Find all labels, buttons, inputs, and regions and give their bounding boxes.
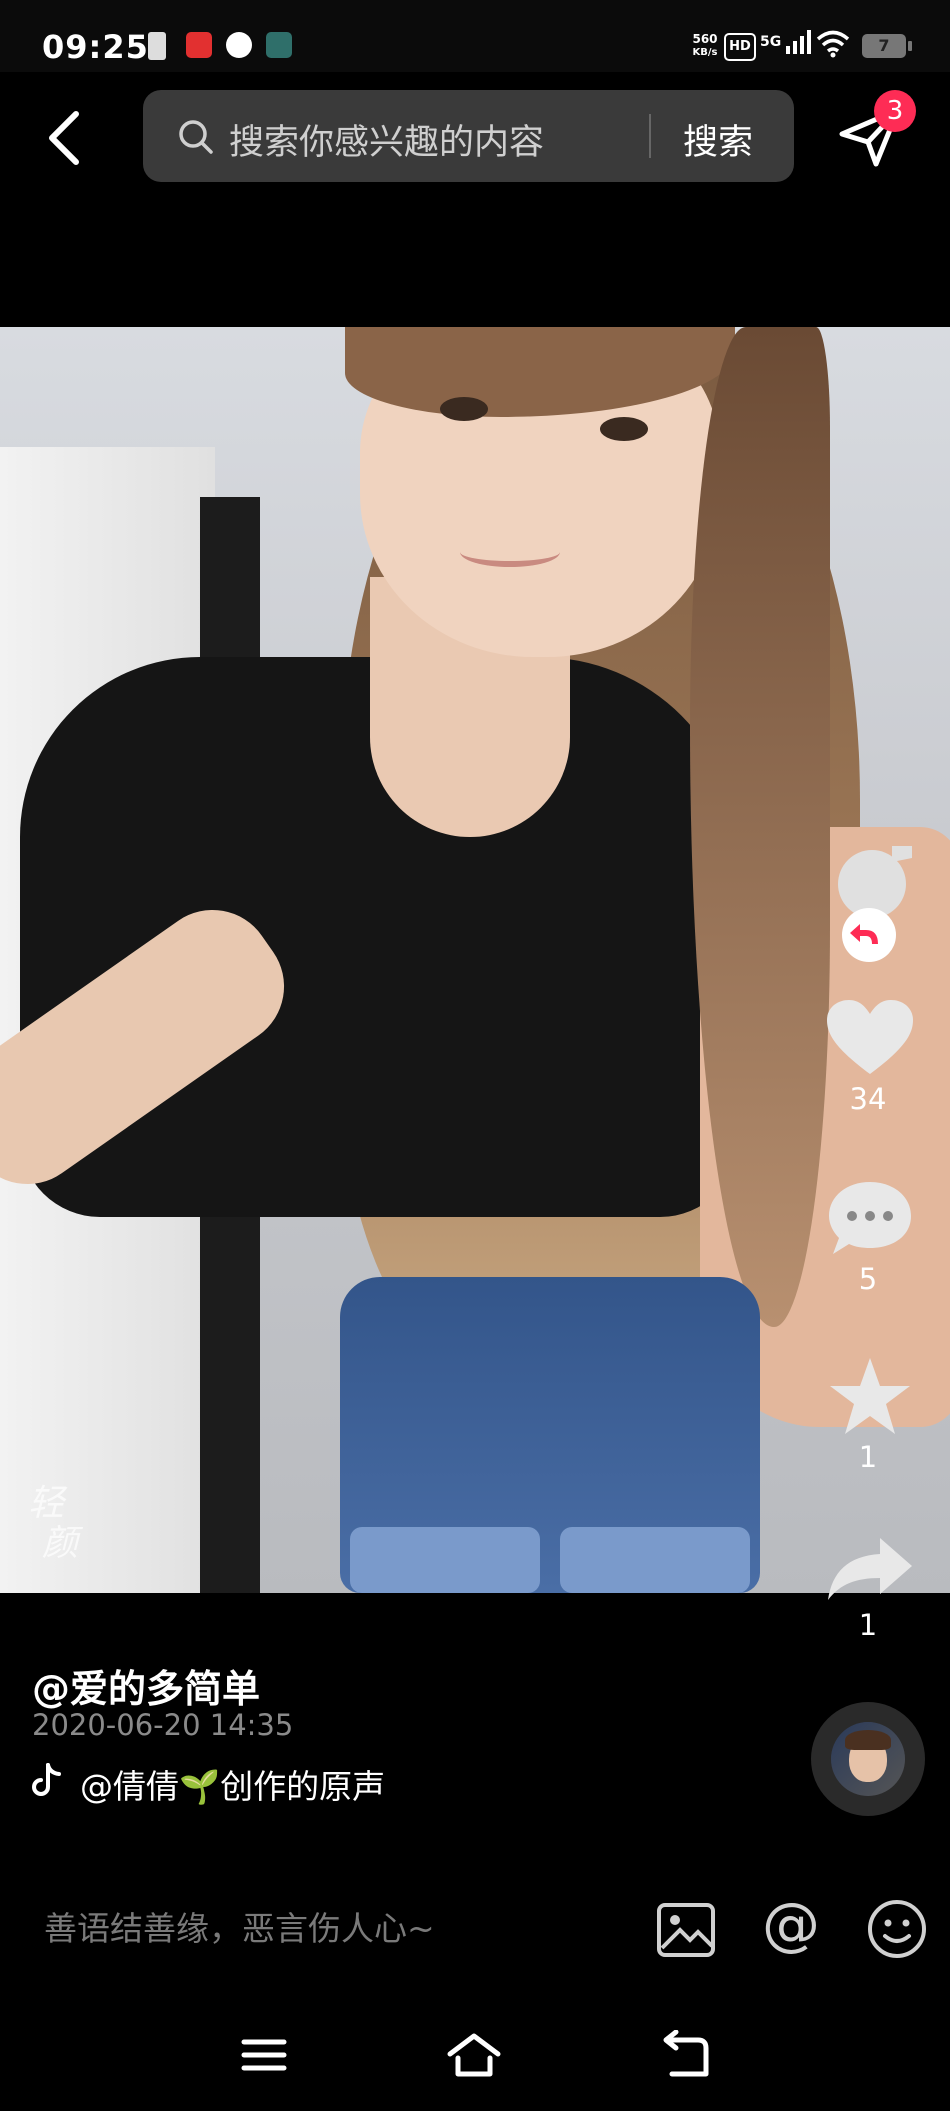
network-speed: 560 KB/s bbox=[692, 32, 718, 58]
heart-icon bbox=[827, 1000, 913, 1074]
share-count: 1 bbox=[858, 1608, 878, 1642]
repost-button[interactable] bbox=[842, 908, 896, 962]
sound-avatar-button[interactable] bbox=[811, 1702, 925, 1816]
search-divider bbox=[649, 114, 651, 158]
image-icon bbox=[657, 1903, 715, 1957]
speedometer-icon bbox=[226, 32, 252, 58]
at-button[interactable]: @ bbox=[762, 1890, 820, 1958]
sim-icon bbox=[148, 32, 166, 60]
cuff-left-shape bbox=[350, 1527, 540, 1593]
author-name[interactable]: @爱的多简单 bbox=[32, 1658, 260, 1713]
notification-badge: 3 bbox=[874, 90, 916, 132]
hd-badge: HD bbox=[724, 33, 756, 61]
back-icon bbox=[49, 111, 79, 165]
search-button[interactable]: 搜索 bbox=[683, 114, 753, 165]
comment-button[interactable]: 5 bbox=[808, 1178, 932, 1296]
emoji-icon bbox=[868, 1900, 926, 1958]
favorite-count: 1 bbox=[858, 1440, 878, 1474]
wifi-icon bbox=[816, 30, 850, 58]
home-icon bbox=[447, 2033, 501, 2077]
comment-count: 5 bbox=[858, 1262, 878, 1296]
sound-name[interactable]: @倩倩🌱创作的原声 bbox=[80, 1760, 385, 1808]
clock: 09:25 bbox=[42, 28, 149, 66]
post-date: 2020-06-20 14:35 bbox=[32, 1708, 294, 1742]
tiktok-icon bbox=[32, 1763, 61, 1796]
video-watermark: 轻 颜 bbox=[28, 1483, 79, 1564]
emoji-button[interactable] bbox=[866, 1898, 928, 1960]
app-notification-icon-2 bbox=[266, 32, 292, 58]
forward-icon bbox=[828, 1538, 912, 1600]
menu-icon bbox=[241, 2039, 287, 2071]
back-nav-icon bbox=[663, 2030, 709, 2077]
favorite-button[interactable]: 1 bbox=[808, 1356, 932, 1474]
app-notification-icon bbox=[186, 32, 212, 58]
home-button[interactable] bbox=[446, 2030, 502, 2080]
menu-button[interactable] bbox=[236, 2030, 292, 2080]
repost-icon bbox=[850, 924, 878, 944]
cuff-right-shape bbox=[560, 1527, 750, 1593]
status-bar: 09:25 560 KB/s HD 5G 7 bbox=[0, 0, 950, 72]
comment-input[interactable]: 善语结善缘，恶言伤人心~ bbox=[44, 1902, 435, 1950]
avatar bbox=[831, 1722, 905, 1796]
search-input[interactable]: 搜索你感兴趣的内容 搜索 bbox=[143, 90, 794, 182]
signal-icon: 5G bbox=[760, 30, 812, 54]
comment-icon bbox=[829, 1182, 911, 1254]
battery-indicator: 7 bbox=[862, 34, 912, 58]
at-icon: @ bbox=[762, 1890, 820, 1958]
back-nav-button[interactable] bbox=[658, 2030, 714, 2080]
search-placeholder: 搜索你感兴趣的内容 bbox=[229, 123, 545, 163]
like-count: 34 bbox=[849, 1082, 887, 1116]
star-icon bbox=[830, 1358, 910, 1434]
mouth-shape bbox=[460, 537, 560, 567]
search-icon bbox=[179, 120, 213, 154]
forward-button[interactable]: 1 bbox=[808, 1534, 932, 1642]
eye-right-shape bbox=[600, 417, 648, 441]
eye-left-shape bbox=[440, 397, 488, 421]
image-button[interactable] bbox=[656, 1902, 716, 1958]
back-button[interactable] bbox=[40, 108, 92, 168]
like-button[interactable]: 34 bbox=[808, 998, 932, 1116]
